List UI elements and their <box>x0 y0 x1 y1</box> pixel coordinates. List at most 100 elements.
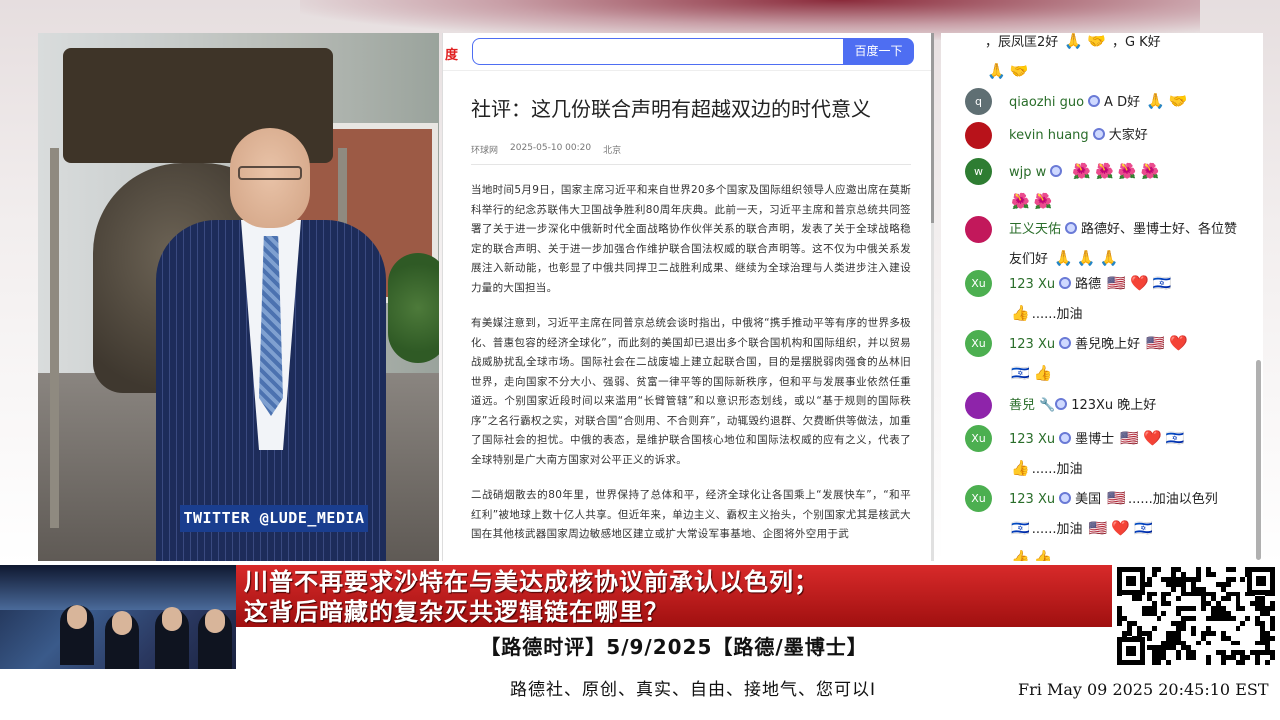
qr-finder-pattern <box>1247 567 1275 595</box>
member-badge-icon <box>1059 337 1072 349</box>
article-datetime: 2025-05-10 00:20 <box>510 143 592 153</box>
chat-message-text: ，G K好 <box>1111 35 1161 50</box>
chat-username[interactable]: 123 Xu <box>1009 277 1055 292</box>
member-badge-icon <box>1088 95 1101 107</box>
thumbs-up-emoji: 👍 <box>1033 549 1053 561</box>
show-subtitle: 【路德时评】5/9/2025【路德/墨博士】 <box>236 627 1112 667</box>
chat-username[interactable]: 123 Xu <box>1009 432 1055 447</box>
israel-flag-emoji: 🇮🇱 <box>1011 519 1030 537</box>
ticker-bar: 路德社、原创、真实、自由、接地气、您可以I Fri May 09 2025 20… <box>0 670 1280 710</box>
praying-hands-emoji: 🙏 <box>1064 33 1084 50</box>
avatar[interactable] <box>965 122 992 149</box>
chat-message-text: ......加油 <box>1031 307 1083 322</box>
article-paragraph: 二战硝烟散去的80年里，世界保持了总体和平，经济全球化让各国乘上“发展快车”，“… <box>471 489 911 540</box>
israel-flag-emoji: 🇮🇱 <box>1134 519 1153 537</box>
thumbnail-face <box>112 611 132 635</box>
avatar[interactable] <box>965 392 992 419</box>
browser-scrollbar-thumb[interactable] <box>931 33 934 223</box>
heart-emoji: ❤️ <box>1168 334 1188 352</box>
chat-username[interactable]: qiaozhi guo <box>1009 95 1084 110</box>
member-badge-icon <box>1050 165 1063 177</box>
israel-flag-emoji: 🇮🇱 <box>1152 274 1172 292</box>
member-badge-icon <box>1092 128 1105 140</box>
hibiscus-emoji: 🌺 <box>1033 192 1053 210</box>
article-paragraph: 有美媒注意到，习近平主席在同普京总统会谈时指出，中俄将“携手推动平等有序的世界多… <box>471 317 911 466</box>
chat-username[interactable]: wjp w <box>1009 165 1046 180</box>
chat-username[interactable]: 正义天佑 <box>1009 222 1061 237</box>
avatar[interactable]: q <box>965 88 992 115</box>
us-flag-emoji: 🇺🇸 <box>1146 334 1165 352</box>
praying-hands-emoji: 🙏 <box>987 62 1006 80</box>
avatar[interactable]: Xu <box>965 270 992 297</box>
thumbnail-face <box>162 607 182 631</box>
chat-message-text: 墨博士 <box>1075 432 1115 447</box>
article-paragraph: 当地时间5月9日，国家主席习近平和来自世界20多个国家及国际组织领导人应邀出席在… <box>471 184 911 294</box>
headline-line-1: 川普不再要求沙特在与美达成核协议前承认以色列； <box>244 568 819 596</box>
search-input[interactable] <box>472 38 844 65</box>
israel-flag-emoji: 🇮🇱 <box>1011 364 1030 382</box>
hibiscus-emoji: 🌺 <box>1095 162 1114 180</box>
handshake-emoji: 🤝 <box>1168 92 1188 110</box>
host-video <box>38 33 439 561</box>
thumbs-up-emoji: 👍 <box>1011 549 1030 561</box>
baidu-search-bar: 度 百度一下 <box>443 33 934 71</box>
host-glasses <box>238 166 302 180</box>
chat-message: ，辰凤匡2好 🙏 🤝 ，G K好 🙏 🤝 <box>985 33 1263 87</box>
article-location: 北京 <box>603 146 622 156</box>
chat-message-text: 大家好 <box>1108 128 1148 143</box>
chat-message-text: ......加油 <box>1031 522 1083 537</box>
headline-banner: 川普不再要求沙特在与美达成核协议前承认以色列； 这背后暗藏的复杂灭共逻辑链在哪里… <box>236 565 1112 627</box>
chat-message-text: ，辰凤匡2好 <box>985 35 1059 50</box>
timestamp: Fri May 09 2025 20:45:10 EST <box>1018 680 1269 699</box>
member-badge-icon <box>1059 277 1072 289</box>
browser-panel: 度 百度一下 社评：这几份联合声明有超越双边的时代意义 环球网 2025-05-… <box>442 33 934 561</box>
article: 社评：这几份联合声明有超越双边的时代意义 环球网 2025-05-10 00:2… <box>471 93 911 545</box>
divider <box>471 164 911 165</box>
thumbnail-face <box>67 605 87 629</box>
member-badge-icon <box>1065 222 1078 234</box>
avatar[interactable]: w <box>965 158 992 185</box>
chat-message-text: 善兒晚上好 <box>1075 337 1141 352</box>
live-chat-panel: ，辰凤匡2好 🙏 🤝 ，G K好 🙏 🤝 q qiaozhi guo A D好 🙏 🤝 … <box>941 33 1263 561</box>
praying-hands-emoji: 🙏 <box>1146 92 1165 110</box>
member-badge-icon <box>1055 398 1068 410</box>
chat-message-text: ......加油以色列 <box>1127 492 1218 507</box>
article-source[interactable]: 环球网 <box>471 143 498 156</box>
chat-message-text: A D好 <box>1104 95 1141 110</box>
hibiscus-emoji: 🌺 <box>1072 162 1092 180</box>
qr-code[interactable] <box>1113 565 1280 669</box>
handshake-emoji: 🤝 <box>1087 33 1106 50</box>
israel-flag-emoji: 🇮🇱 <box>1165 429 1185 447</box>
heart-emoji: ❤️ <box>1129 274 1149 292</box>
thumbs-up-emoji: 👍 <box>1033 364 1053 382</box>
hibiscus-emoji: 🌺 <box>1117 162 1137 180</box>
heart-emoji: ❤️ <box>1111 519 1130 537</box>
avatar[interactable] <box>965 216 992 243</box>
us-flag-emoji: 🇺🇸 <box>1107 274 1126 292</box>
avatar[interactable]: Xu <box>965 425 992 452</box>
thumbs-up-emoji: 👍 <box>1011 459 1030 477</box>
thumbnail-sky <box>0 565 236 610</box>
chat-username[interactable]: 123 Xu <box>1009 492 1055 507</box>
twitter-handle-tag: TWITTER @LUDE_MEDIA <box>180 505 368 532</box>
chat-message-text: 美国 <box>1075 492 1102 507</box>
avatar[interactable]: Xu <box>965 330 992 357</box>
baidu-logo[interactable]: 度 <box>445 44 458 63</box>
heart-emoji: ❤️ <box>1142 429 1162 447</box>
qr-finder-pattern <box>1117 637 1145 665</box>
search-button[interactable]: 百度一下 <box>843 38 914 65</box>
chat-username[interactable]: kevin huang <box>1009 128 1089 143</box>
chat-scrollbar[interactable] <box>1256 360 1261 560</box>
member-badge-icon <box>1059 492 1072 504</box>
slogan-ticker: 路德社、原创、真实、自由、接地气、您可以I <box>510 680 877 700</box>
chat-username[interactable]: 善兒 <box>1009 398 1035 413</box>
hibiscus-emoji: 🌺 <box>1011 192 1030 210</box>
host-person <box>156 128 416 561</box>
avatar[interactable]: Xu <box>965 485 992 512</box>
qr-module <box>1270 660 1275 665</box>
chat-message-text: 123Xu 晚上好 <box>1071 398 1157 413</box>
article-title: 社评：这几份联合声明有超越双边的时代意义 <box>471 97 871 121</box>
handshake-emoji: 🤝 <box>1009 62 1029 80</box>
chat-username[interactable]: 123 Xu <box>1009 337 1055 352</box>
us-flag-emoji: 🇺🇸 <box>1120 429 1139 447</box>
